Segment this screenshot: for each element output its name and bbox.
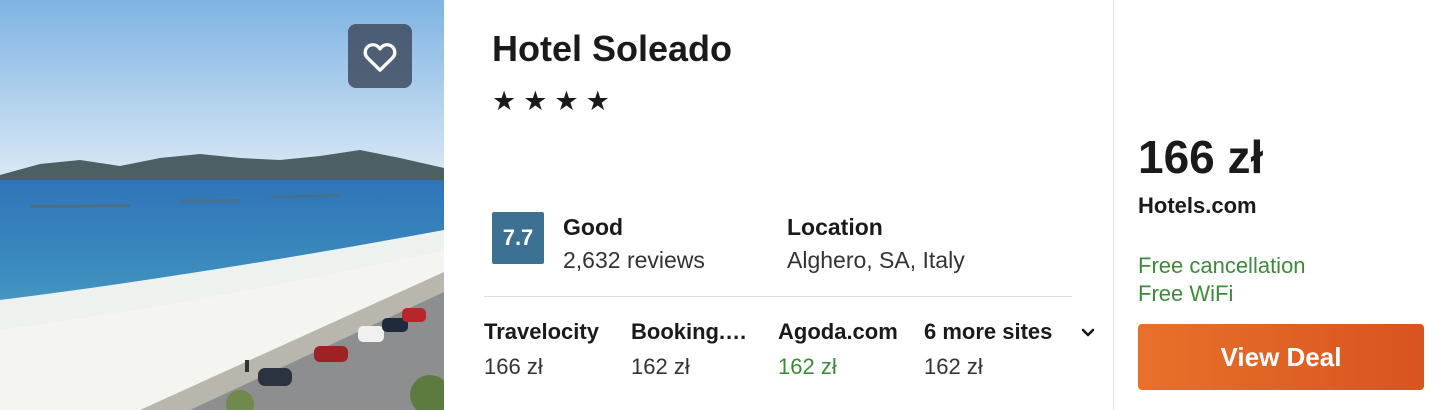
deal-price: 166 zł — [1138, 131, 1264, 183]
hotel-name[interactable]: Hotel Soleado — [492, 28, 732, 70]
site-price: 162 zł — [778, 354, 837, 379]
feature-free-cancellation: Free cancellation — [1138, 253, 1306, 278]
hotel-result-card: Hotel Soleado ★★★★ 7.7 Good 2,632 review… — [0, 0, 1438, 410]
site-name: Booking.… — [631, 319, 748, 344]
site-name: Agoda.com — [778, 319, 898, 344]
more-sites-dropdown[interactable]: 6 more sites 162 zł — [924, 319, 1094, 380]
rating-label: Good — [563, 214, 624, 240]
site-offer-agoda[interactable]: Agoda.com 162 zł — [778, 319, 918, 380]
site-price: 166 zł — [484, 354, 543, 379]
hotel-photo[interactable] — [0, 0, 444, 410]
chevron-down-icon[interactable] — [1078, 322, 1098, 342]
review-score-badge: 7.7 — [492, 212, 544, 264]
location-label: Location — [787, 214, 883, 240]
feature-free-wifi: Free WiFi — [1138, 281, 1234, 306]
deal-panel: 166 zł Hotels.com Free cancellation Free… — [1114, 0, 1438, 410]
divider — [484, 296, 1072, 297]
review-count[interactable]: 2,632 reviews — [563, 247, 705, 274]
location-value[interactable]: Alghero, SA, Italy — [787, 247, 965, 274]
star-rating: ★★★★ — [492, 86, 617, 116]
site-offer-booking[interactable]: Booking.… 162 zł — [631, 319, 759, 380]
site-name: 6 more sites — [924, 319, 1053, 344]
deal-provider: Hotels.com — [1138, 193, 1257, 218]
site-offer-travelocity[interactable]: Travelocity 166 zł — [484, 319, 624, 380]
hotel-info: Hotel Soleado ★★★★ 7.7 Good 2,632 review… — [444, 0, 1114, 410]
site-price: 162 zł — [924, 354, 983, 379]
view-deal-button[interactable]: View Deal — [1138, 324, 1424, 390]
site-price: 162 zł — [631, 354, 690, 379]
favorite-button[interactable] — [348, 24, 412, 88]
site-name: Travelocity — [484, 319, 599, 344]
heart-outline-icon — [363, 43, 397, 72]
